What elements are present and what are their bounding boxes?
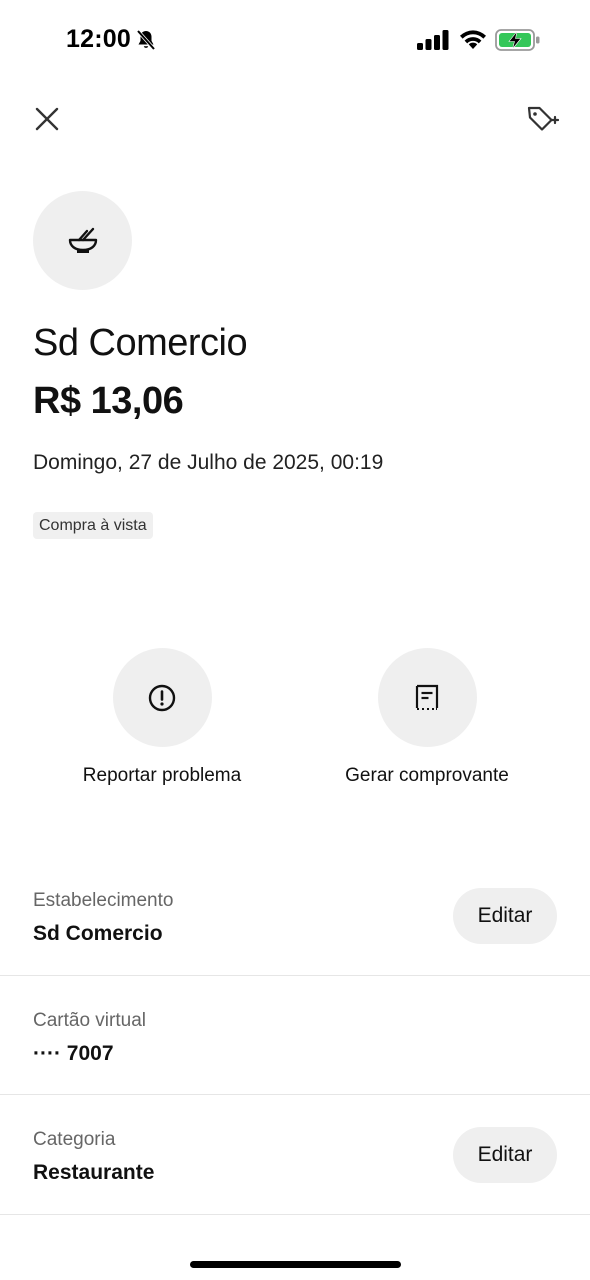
tag-add-icon (527, 106, 559, 131)
category-value: Restaurante (33, 1161, 155, 1184)
receipt-icon (415, 684, 439, 710)
merchant-title: Sd Comercio (33, 322, 248, 364)
generate-receipt-button[interactable] (377, 648, 477, 747)
bowl-icon (68, 227, 97, 253)
edit-category-button[interactable]: Editar (453, 1127, 557, 1183)
wifi-icon (460, 30, 486, 49)
establishment-label: Estabelecimento (33, 890, 174, 911)
add-tag-button[interactable] (523, 102, 561, 138)
close-icon (35, 107, 59, 131)
generate-receipt-label: Gerar comprovante (345, 765, 509, 786)
home-indicator[interactable] (190, 1261, 401, 1268)
payment-type-badge: Compra à vista (33, 512, 153, 539)
virtual-card-label: Cartão virtual (33, 1010, 146, 1031)
generate-receipt-action[interactable]: Gerar comprovante (307, 648, 547, 787)
detail-row-category: Categoria Restaurante Editar (0, 1095, 590, 1215)
status-time: 12:00 (66, 25, 131, 53)
report-problem-action[interactable]: Reportar problema (42, 648, 282, 787)
bell-slash-icon (136, 29, 156, 51)
signal-icon (417, 30, 449, 50)
close-button[interactable] (30, 102, 64, 136)
transaction-amount: R$ 13,06 (33, 380, 184, 422)
alert-circle-icon (148, 684, 176, 711)
category-avatar (33, 191, 132, 290)
detail-row-establishment: Estabelecimento Sd Comercio Editar (0, 858, 590, 976)
report-problem-label: Reportar problema (82, 765, 242, 786)
category-label: Categoria (33, 1129, 116, 1150)
detail-row-virtual-card: Cartão virtual ···· 7007 (0, 976, 590, 1095)
battery-charging-icon (495, 29, 540, 51)
establishment-value: Sd Comercio (33, 922, 163, 945)
status-bar: 12:00 (0, 0, 590, 80)
report-problem-button[interactable] (112, 648, 212, 747)
edit-establishment-button[interactable]: Editar (453, 888, 557, 944)
transaction-date: Domingo, 27 de Julho de 2025, 00:19 (33, 451, 384, 474)
virtual-card-value: ···· 7007 (33, 1042, 114, 1065)
